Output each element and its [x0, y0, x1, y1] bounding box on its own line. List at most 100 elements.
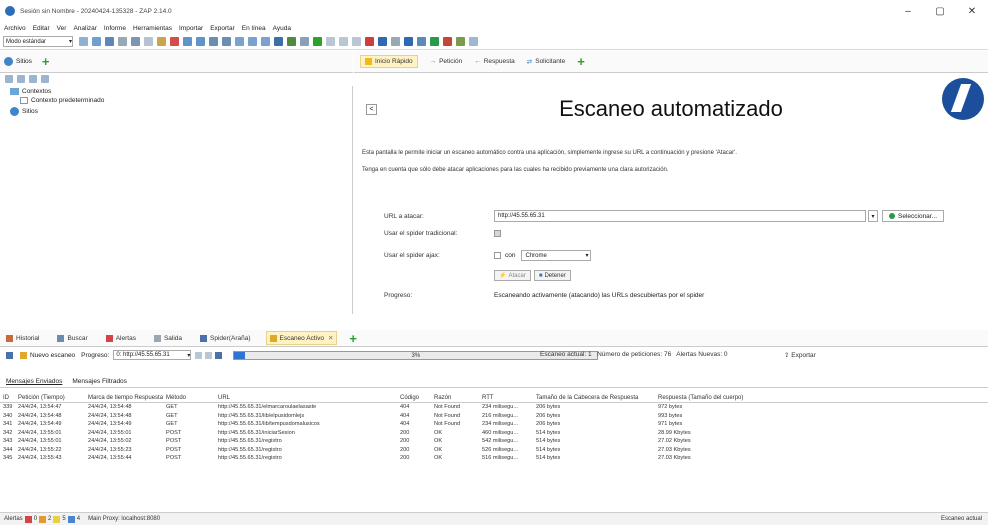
continue-icon[interactable]: [339, 37, 348, 46]
tree-sites[interactable]: Sitios: [10, 107, 38, 116]
tab-search[interactable]: Buscar: [54, 333, 90, 344]
col-method[interactable]: Método: [166, 395, 218, 401]
pin-icon[interactable]: [261, 37, 270, 46]
report-icon[interactable]: [391, 37, 400, 46]
tab-sent-messages[interactable]: Mensajes Enviados: [6, 378, 62, 385]
table-row[interactable]: 342 24/4/24, 13:55:01 24/4/24, 13:55:01 POS…: [0, 429, 988, 438]
menu-archivo[interactable]: Archivo: [4, 25, 26, 32]
col-request-time[interactable]: Petición (Tiempo): [18, 395, 88, 401]
show-tabs-icon[interactable]: [235, 37, 244, 46]
hud-icon[interactable]: [404, 37, 413, 46]
select-button[interactable]: Seleccionar...: [882, 210, 945, 222]
tab-sites[interactable]: Sitios: [4, 57, 32, 66]
tab-request[interactable]: → Petición: [430, 58, 463, 65]
layout-split-icon[interactable]: [209, 37, 218, 46]
stop-icon[interactable]: [365, 37, 374, 46]
tab-history[interactable]: Historial: [3, 333, 42, 344]
col-code[interactable]: Código: [400, 395, 434, 401]
new-session-icon[interactable]: [79, 37, 88, 46]
addon-icon[interactable]: [430, 37, 439, 46]
layout-full-icon[interactable]: [196, 37, 205, 46]
col-body-size[interactable]: Respuesta (Tamaño del cuerpo): [658, 395, 778, 401]
tree-default-context[interactable]: Contexto predeterminado: [20, 97, 104, 104]
tab-alerts[interactable]: Alertas: [103, 333, 139, 344]
tab-names-icon[interactable]: [248, 37, 257, 46]
table-row[interactable]: 345 24/4/24, 13:55:43 24/4/24, 13:55:44 POS…: [0, 454, 988, 463]
url-input[interactable]: http://45.55.65.31: [494, 210, 866, 222]
col-rtt[interactable]: RTT: [482, 395, 536, 401]
add-bottom-tab-icon[interactable]: +: [349, 332, 357, 345]
show-links-icon[interactable]: [5, 75, 13, 83]
tab-active-scan[interactable]: Escaneo Activo ✕: [265, 331, 338, 345]
properties-icon[interactable]: [131, 37, 140, 46]
menu-informe[interactable]: Informe: [104, 25, 126, 32]
add-workspace-tab-icon[interactable]: +: [577, 55, 585, 68]
tab-spider[interactable]: Spider(Araña): [197, 333, 253, 344]
layout-icon[interactable]: [157, 37, 166, 46]
tab-response[interactable]: ← Respuesta: [474, 58, 515, 65]
break-icon[interactable]: [313, 37, 322, 46]
attack-button[interactable]: ⚡ Atacar: [494, 270, 531, 281]
layout-vertical-icon[interactable]: [222, 37, 231, 46]
col-reason[interactable]: Razón: [434, 395, 482, 401]
export-button[interactable]: ⇪ Exportar: [784, 351, 816, 359]
filter-icon[interactable]: [287, 37, 296, 46]
collapse-icon[interactable]: [29, 75, 37, 83]
expand-icon[interactable]: [170, 37, 179, 46]
stop-button[interactable]: ■ Detener: [533, 270, 571, 281]
menu-importar[interactable]: Importar: [179, 25, 203, 32]
close-button[interactable]: ✕: [956, 0, 988, 22]
scan-details-icon[interactable]: [215, 351, 223, 359]
menu-ayuda[interactable]: Ayuda: [273, 25, 291, 32]
url-dropdown-button[interactable]: ▾: [868, 210, 878, 222]
tab-output[interactable]: Salida: [151, 333, 185, 344]
scan-icon[interactable]: [378, 37, 387, 46]
scope-filter-icon[interactable]: [17, 75, 25, 83]
expand-all-icon[interactable]: [41, 75, 49, 83]
layout-tabs-icon[interactable]: [183, 37, 192, 46]
browser-select[interactable]: Chrome ▾: [521, 250, 592, 261]
mode-select[interactable]: Modo estándar ▾: [3, 36, 73, 47]
menu-exportar[interactable]: Exportar: [210, 25, 235, 32]
options-icon[interactable]: [144, 37, 153, 46]
stop-scan-icon[interactable]: [205, 351, 213, 359]
tab-close-icon[interactable]: ✕: [328, 334, 333, 342]
help-icon[interactable]: [456, 37, 465, 46]
menu-herramientas[interactable]: Herramientas: [133, 25, 172, 32]
marketplace-icon[interactable]: [443, 37, 452, 46]
scope-icon[interactable]: [300, 37, 309, 46]
open-session-icon[interactable]: [92, 37, 101, 46]
col-url[interactable]: URL: [218, 395, 400, 401]
maximize-button[interactable]: ▢: [924, 0, 956, 22]
menu-analizar[interactable]: Analizar: [73, 25, 96, 32]
tab-requester[interactable]: ⇄ Solicitante: [527, 58, 565, 66]
traditional-spider-checkbox[interactable]: [494, 230, 501, 237]
save-session-icon[interactable]: [105, 37, 114, 46]
snapshot-icon[interactable]: [118, 37, 127, 46]
pause-icon[interactable]: [195, 351, 203, 359]
minimize-button[interactable]: –: [892, 0, 924, 22]
tab-filtered-messages[interactable]: Mensajes Filtrados: [72, 378, 127, 385]
scan-progress-select[interactable]: 0: http://45.55.65.31 ▾: [113, 350, 192, 360]
col-id[interactable]: ID: [0, 395, 18, 401]
tree-contexts[interactable]: Contextos: [10, 88, 51, 95]
lock-icon[interactable]: [274, 37, 283, 46]
table-row[interactable]: 341 24/4/24, 13:54:49 24/4/24, 13:54:49 GET…: [0, 420, 988, 429]
table-row[interactable]: 339 24/4/24, 13:54:47 24/4/24, 13:54:48 GET…: [0, 403, 988, 412]
table-row[interactable]: 343 24/4/24, 13:55:01 24/4/24, 13:55:02 POS…: [0, 437, 988, 446]
ajax-spider-checkbox[interactable]: [494, 252, 501, 259]
new-scan-button[interactable]: Nuevo escaneo: [30, 352, 75, 359]
col-response-time[interactable]: Marca de tiempo Respuesta: [88, 395, 166, 401]
table-row[interactable]: 340 24/4/24, 13:54:48 24/4/24, 13:54:48 GET…: [0, 412, 988, 421]
table-row[interactable]: 344 24/4/24, 13:55:22 24/4/24, 13:55:23 POS…: [0, 446, 988, 455]
menu-en-linea[interactable]: En línea: [242, 25, 266, 32]
add-tab-icon[interactable]: +: [42, 55, 50, 68]
tab-quick-start[interactable]: Inicio Rápido: [360, 55, 418, 68]
step-icon[interactable]: [326, 37, 335, 46]
menu-ver[interactable]: Ver: [57, 25, 67, 32]
browser-icon[interactable]: [417, 37, 426, 46]
menu-editar[interactable]: Editar: [33, 25, 50, 32]
col-header-size[interactable]: Tamaño de la Cabecera de Respuesta: [536, 395, 658, 401]
drop-icon[interactable]: [352, 37, 361, 46]
window-icon[interactable]: [469, 37, 478, 46]
